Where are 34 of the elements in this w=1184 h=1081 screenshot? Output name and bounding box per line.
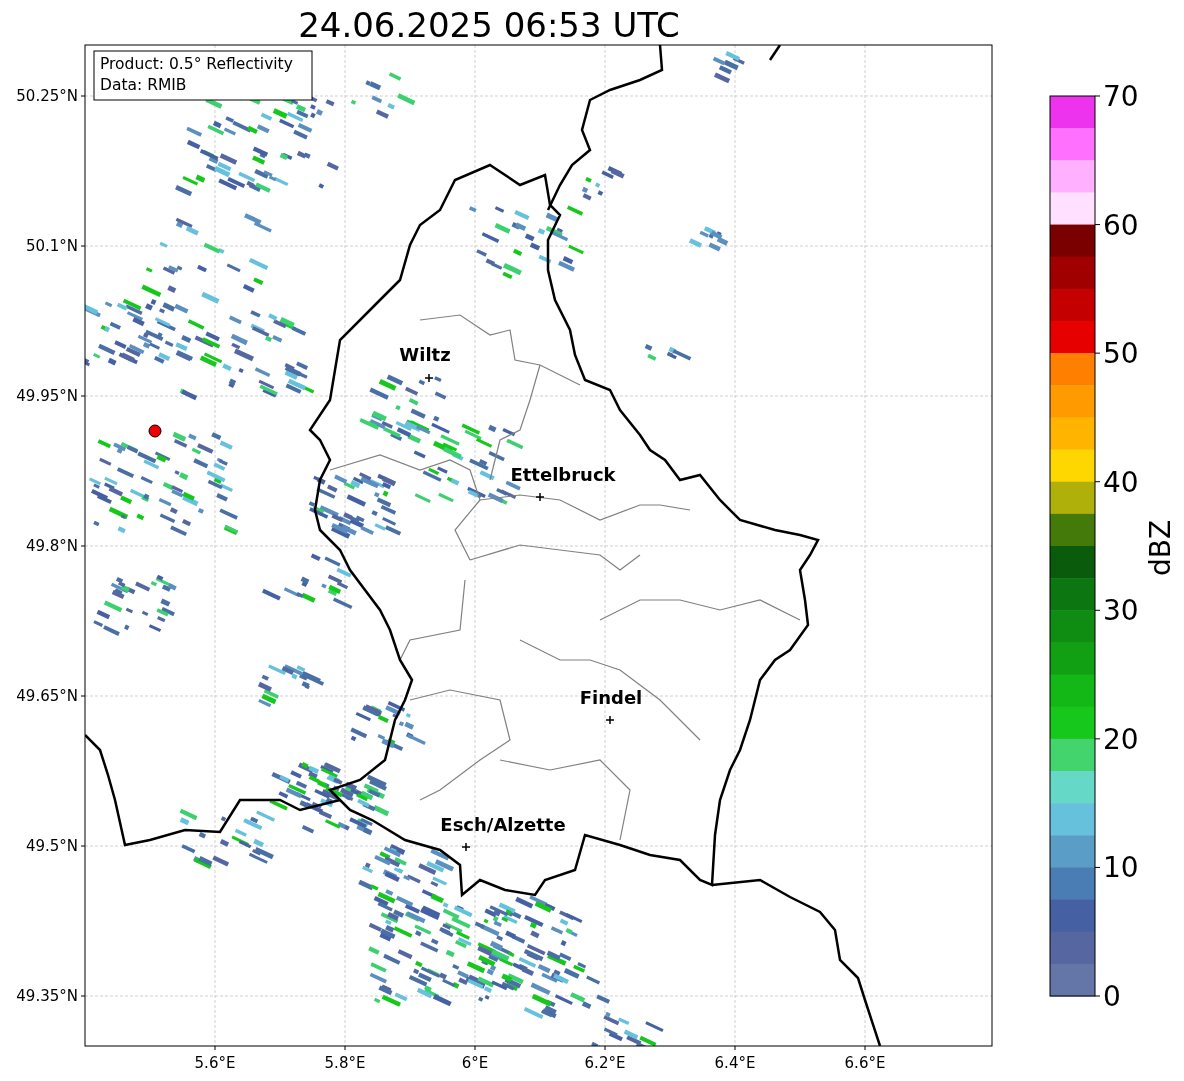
city-marker-icon bbox=[461, 842, 471, 852]
latitude-label: 49.8°N bbox=[25, 537, 78, 555]
longitude-label: 6°E bbox=[461, 1054, 489, 1072]
colorbar-tick-label: 30 bbox=[1103, 594, 1139, 628]
chart-title: 24.06.2025 06:53 UTC bbox=[298, 5, 680, 45]
city-label: Ettelbruck bbox=[510, 464, 616, 485]
latitude-label: 50.25°N bbox=[16, 87, 78, 105]
city-marker-icon bbox=[605, 715, 615, 725]
city-label: Wiltz bbox=[399, 344, 451, 365]
info-text: Product: 0.5° Reflectivity bbox=[100, 55, 293, 73]
city-marker-icon bbox=[424, 373, 434, 383]
city-marker-icon bbox=[535, 492, 545, 502]
city-label: Findel bbox=[579, 687, 643, 708]
longitude-label: 5.6°E bbox=[194, 1054, 236, 1072]
colorbar-tick-label: 60 bbox=[1103, 208, 1139, 242]
colorbar-tick-label: 40 bbox=[1103, 465, 1139, 499]
colorbar-label: dBZ bbox=[1144, 519, 1177, 577]
colorbar-tick-label: 50 bbox=[1103, 337, 1139, 371]
longitude-label: 6.4°E bbox=[714, 1054, 756, 1072]
colorbar-tick-label: 70 bbox=[1103, 80, 1139, 113]
longitude-label: 5.8°E bbox=[324, 1054, 366, 1072]
latitude-label: 50.1°N bbox=[25, 237, 78, 255]
latitude-label: 49.5°N bbox=[25, 837, 78, 855]
city-label: Esch/Alzette bbox=[440, 814, 566, 835]
longitude-label: 6.2°E bbox=[584, 1054, 626, 1072]
colorbar-tick-label: 20 bbox=[1103, 722, 1139, 756]
longitude-label: 6.6°E bbox=[844, 1054, 886, 1072]
latitude-label: 49.95°N bbox=[16, 387, 78, 405]
latitude-label: 49.65°N bbox=[16, 687, 78, 705]
colorbar-tick-label: 0 bbox=[1103, 980, 1121, 1013]
radar-site-marker bbox=[148, 424, 162, 438]
latitude-label: 49.35°N bbox=[16, 987, 78, 1005]
colorbar-tick-label: 10 bbox=[1103, 851, 1139, 885]
info-text: Data: RMIB bbox=[100, 76, 187, 94]
